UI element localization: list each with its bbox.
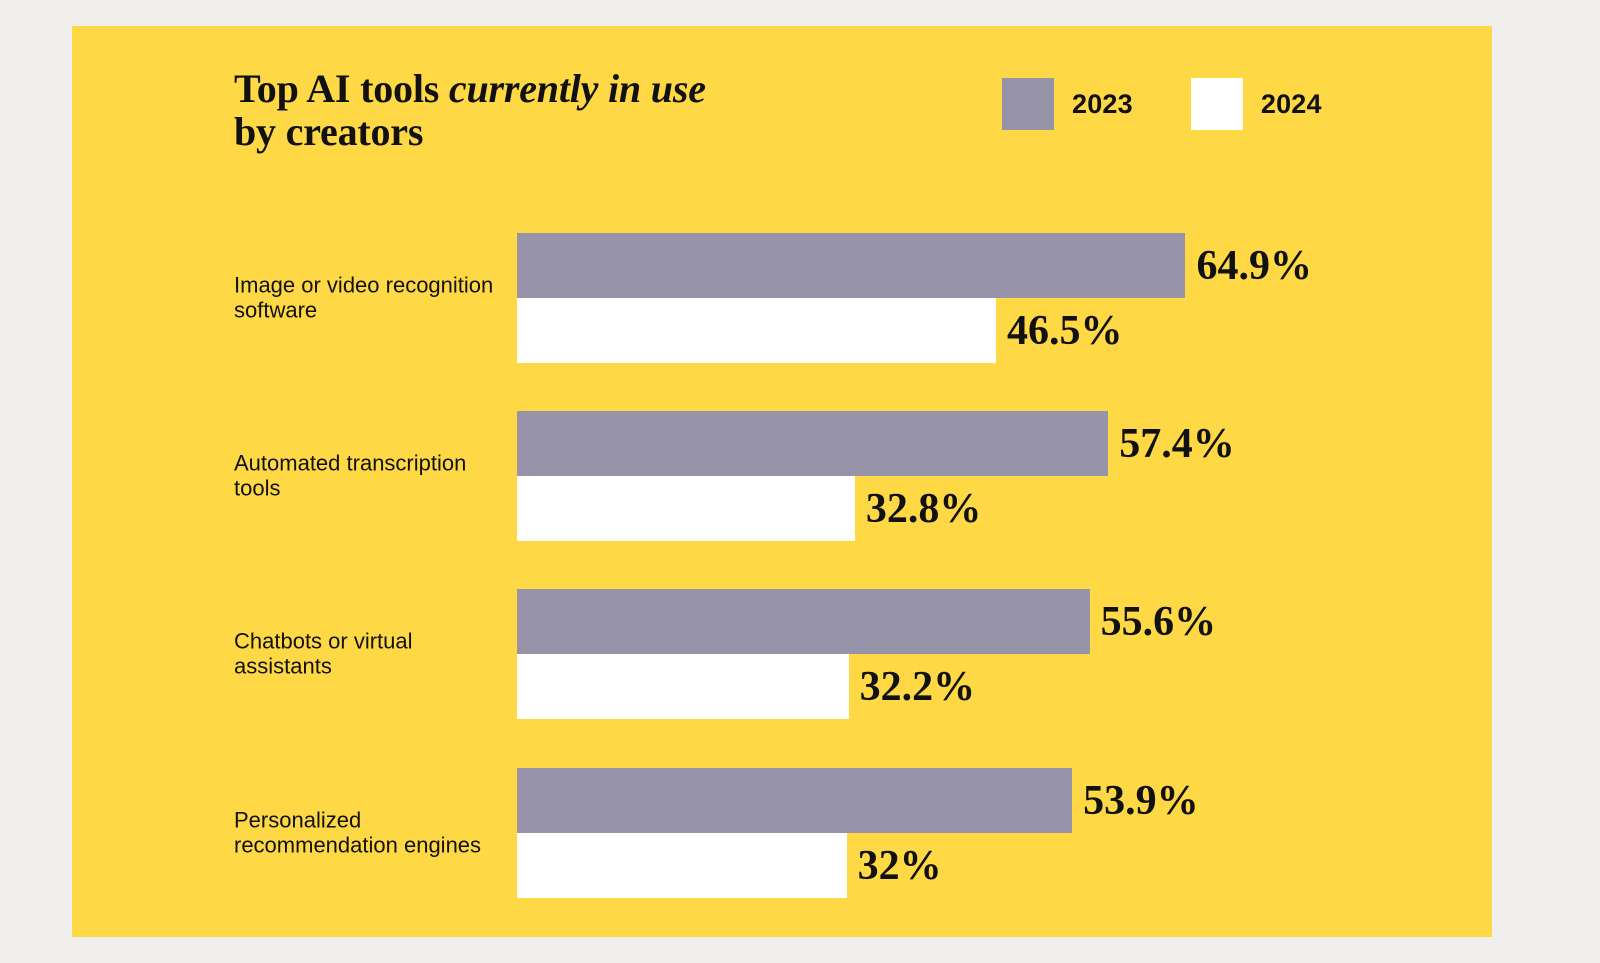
bar-row-2023: 64.9% <box>517 233 1312 298</box>
title-italic-text: currently in use <box>448 66 706 111</box>
page-title: Top AI tools currently in use by creator… <box>234 66 874 154</box>
bar-pair: 64.9% 46.5% <box>517 233 1492 363</box>
bar-2023[interactable] <box>517 233 1186 298</box>
bar-2023[interactable] <box>517 768 1073 833</box>
chart-plot-area: Image or video recognition software 64.9… <box>72 176 1492 937</box>
title-second-line: by creators <box>234 108 424 154</box>
category-label: Image or video recognition software <box>234 272 494 322</box>
bar-value-label-2023: 53.9% <box>1083 777 1199 824</box>
legend-item-2024[interactable]: 2024 <box>1190 78 1322 130</box>
legend-label-2023: 2023 <box>1072 88 1133 119</box>
category-label: Chatbots or virtual assistants <box>234 628 413 678</box>
bar-group: Personalized recommendation engines 53.9… <box>72 768 1492 898</box>
bar-value-label-2024: 32% <box>857 842 942 889</box>
chart-header: Top AI tools currently in use by creator… <box>72 26 1492 176</box>
bar-row-2024: 46.5% <box>517 298 1122 363</box>
bar-group: Automated transcription tools 57.4% 32.8… <box>72 411 1492 541</box>
bar-row-2023: 53.9% <box>517 768 1199 833</box>
title-plain-text: Top AI tools <box>234 66 449 111</box>
bar-value-label-2024: 46.5% <box>1006 307 1123 354</box>
bar-value-label-2023: 55.6% <box>1100 598 1217 645</box>
bar-2024[interactable] <box>517 654 849 719</box>
bar-value-label-2024: 32.2% <box>859 663 976 710</box>
bar-value-label-2023: 64.9% <box>1196 242 1312 289</box>
bar-group: Chatbots or virtual assistants 55.6% 32.… <box>72 589 1492 719</box>
category-label: Automated transcription tools <box>234 450 467 500</box>
bar-pair: 55.6% 32.2% <box>517 589 1492 719</box>
legend-item-2023[interactable]: 2023 <box>1002 78 1133 130</box>
legend-label-2024: 2024 <box>1260 88 1322 119</box>
bar-row-2024: 32.8% <box>517 476 981 541</box>
bar-row-2023: 55.6% <box>517 589 1216 654</box>
bar-value-label-2023: 57.4% <box>1119 420 1235 467</box>
bar-2024[interactable] <box>517 298 996 363</box>
chart-card: Top AI tools currently in use by creator… <box>72 26 1492 937</box>
bar-2024[interactable] <box>517 833 847 898</box>
bar-pair: 57.4% 32.8% <box>517 411 1492 541</box>
bar-2024[interactable] <box>517 476 855 541</box>
bar-value-label-2024: 32.8% <box>865 485 982 532</box>
bar-row-2024: 32% <box>517 833 942 898</box>
legend-swatch-icon-2024 <box>1190 78 1243 130</box>
category-label: Personalized recommendation engines <box>234 807 482 857</box>
bar-group: Image or video recognition software 64.9… <box>72 233 1492 363</box>
legend-swatch-icon-2023 <box>1002 78 1054 130</box>
bar-2023[interactable] <box>517 589 1090 654</box>
bar-pair: 53.9% 32% <box>517 768 1492 898</box>
bar-row-2023: 57.4% <box>517 411 1235 476</box>
bar-row-2024: 32.2% <box>517 654 975 719</box>
chart-legend: 2023 2024 <box>1002 78 1322 130</box>
bar-2023[interactable] <box>517 411 1109 476</box>
